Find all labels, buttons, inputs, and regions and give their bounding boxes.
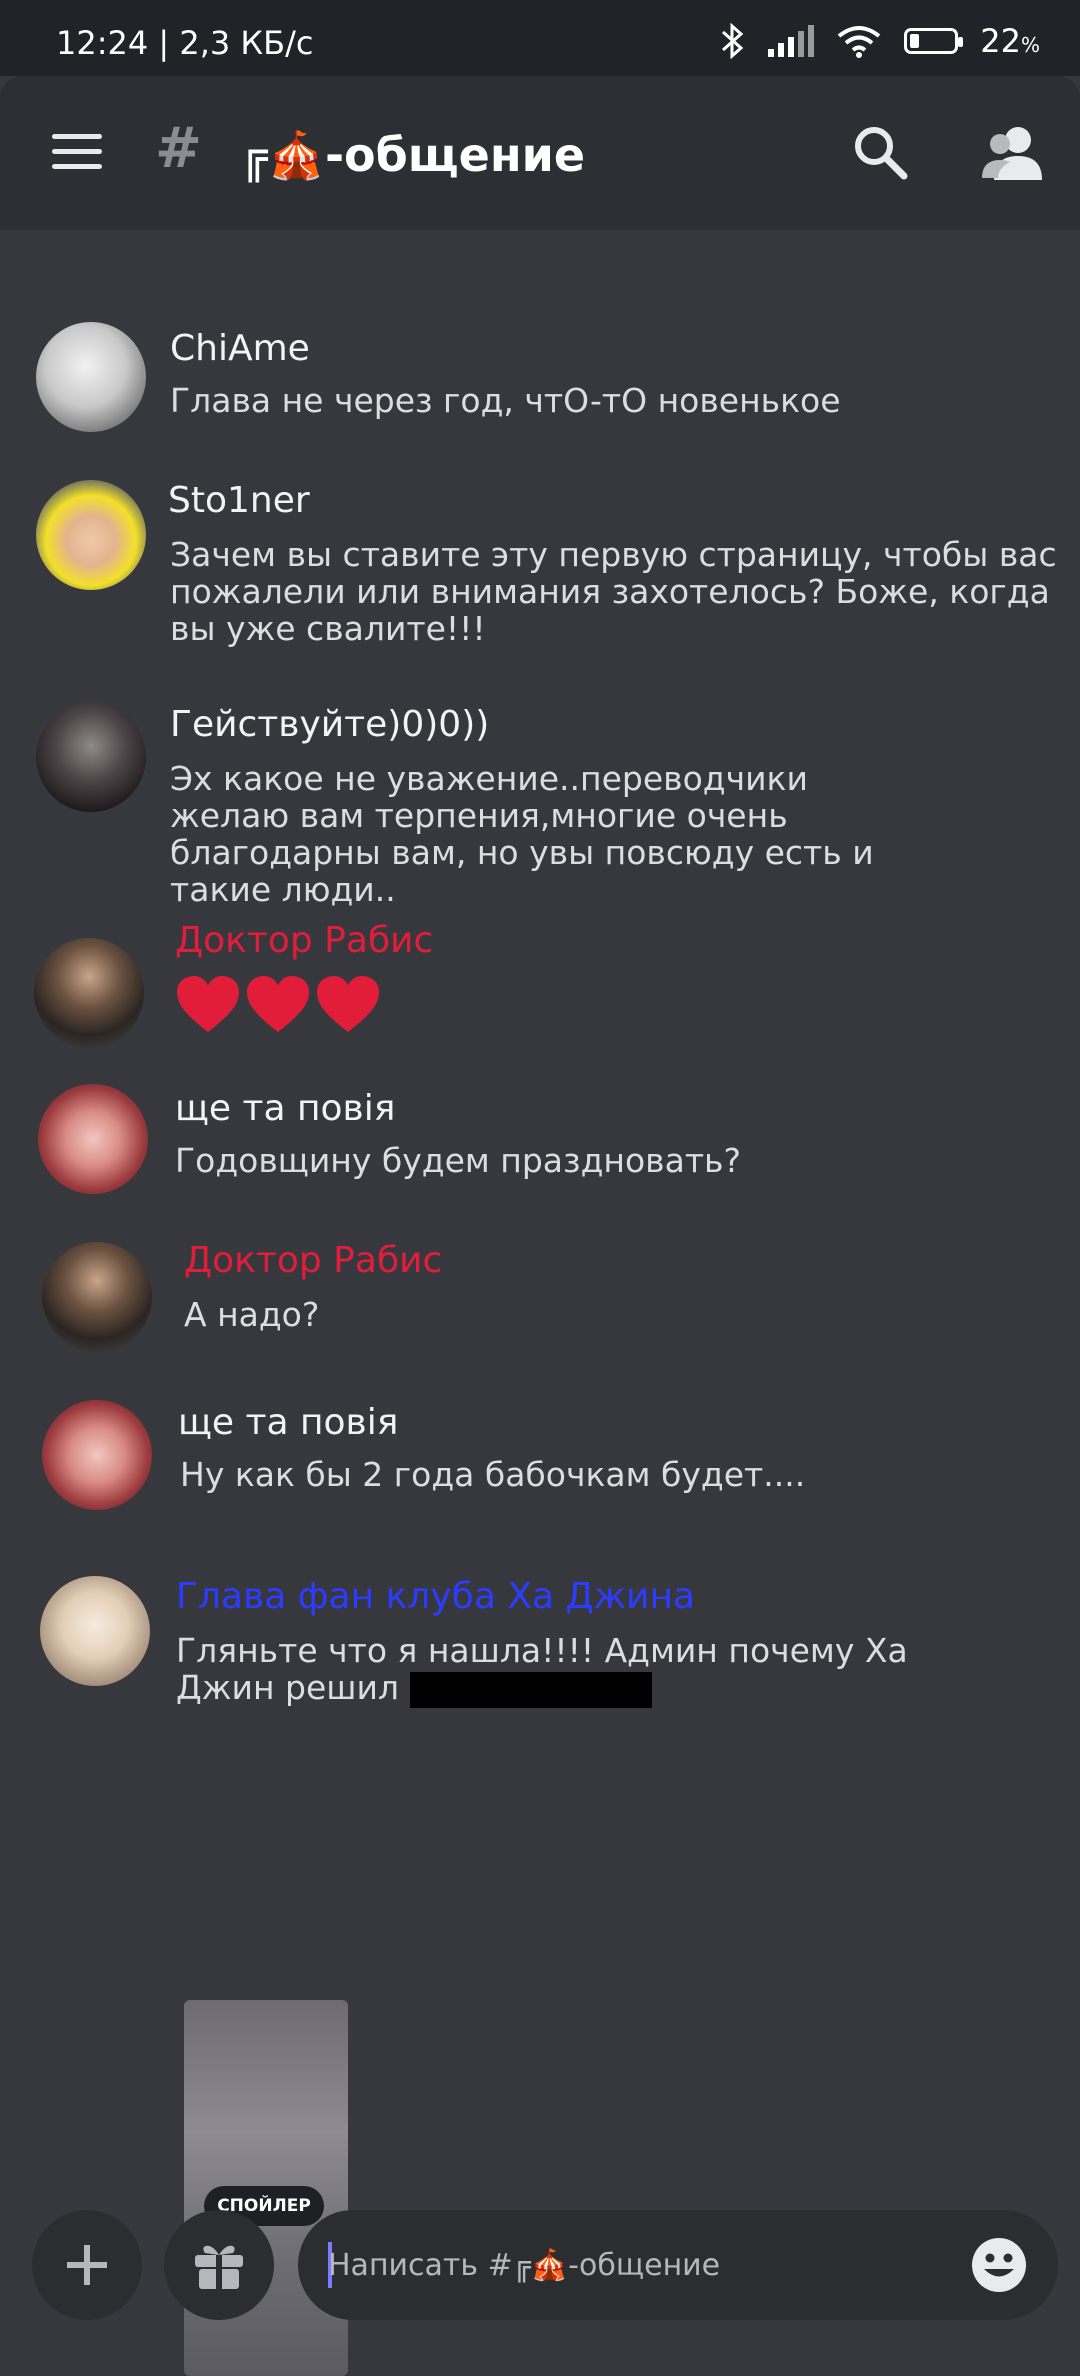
add-button[interactable] xyxy=(32,2210,142,2320)
emoji-icon[interactable] xyxy=(970,2236,1028,2294)
wifi-icon xyxy=(838,26,881,58)
avatar[interactable] xyxy=(34,938,144,1048)
message-text: Зачем вы ставите эту первую страницу, чт… xyxy=(170,535,1057,648)
message-text: Гляньте что я нашла!!!! Админ почему Ха … xyxy=(176,1631,908,1708)
composer-bar: Написать #╔🎪-общение xyxy=(0,2200,1080,2340)
status-time: 12:24 | 2,3 КБ/с xyxy=(56,24,314,62)
signal-icon xyxy=(768,25,815,57)
menu-icon[interactable] xyxy=(52,134,102,170)
message-author[interactable]: ChiAme xyxy=(170,328,310,369)
message-author[interactable]: ще та повія xyxy=(178,1402,398,1443)
avatar[interactable] xyxy=(38,1084,148,1194)
avatar[interactable] xyxy=(42,1400,152,1510)
message-text: Глава не через год, чтO-тO новенькое xyxy=(170,381,841,420)
message-author[interactable]: Sto1ner xyxy=(168,480,310,521)
heart-icon xyxy=(247,976,309,1032)
message-author[interactable]: Гействуйте)0)0)) xyxy=(170,704,489,745)
status-bar: 12:24 | 2,3 КБ/с 22% xyxy=(0,0,1080,76)
message-input[interactable]: Написать #╔🎪-общение xyxy=(298,2210,1058,2320)
redacted-text-block xyxy=(409,1671,652,1708)
avatar[interactable] xyxy=(36,480,146,590)
message-author[interactable]: Глава фан клуба Ха Джина xyxy=(176,1576,695,1617)
message-input-placeholder: Написать #╔🎪-общение xyxy=(328,2248,721,2283)
heart-icon xyxy=(317,976,379,1032)
avatar[interactable] xyxy=(36,702,146,812)
hash-icon: # xyxy=(155,116,202,181)
status-icons: 22% xyxy=(720,22,1040,60)
gift-button[interactable] xyxy=(164,2210,274,2320)
plus-icon xyxy=(67,2245,107,2285)
bluetooth-icon xyxy=(722,23,744,59)
channel-header: # ╔🎪-общение xyxy=(0,76,1080,230)
gift-icon xyxy=(195,2245,243,2289)
message-text: Эх какое не уважение..переводчики желаю … xyxy=(170,759,874,909)
channel-title: ╔🎪-общение xyxy=(240,128,586,182)
battery-icon xyxy=(904,28,964,54)
message-text: Ну как бы 2 года бабочкам будет.... xyxy=(180,1455,806,1494)
battery-percent: 22% xyxy=(980,22,1040,60)
search-icon[interactable] xyxy=(850,122,910,182)
heart-emoji-row xyxy=(175,974,381,1034)
avatar[interactable] xyxy=(42,1242,152,1352)
avatar[interactable] xyxy=(36,322,146,432)
heart-icon xyxy=(177,976,239,1032)
message-text: Годовщину будем праздновать? xyxy=(175,1141,742,1180)
avatar[interactable] xyxy=(40,1576,150,1686)
message-author[interactable]: ще та повія xyxy=(175,1088,395,1129)
message-text: А надо? xyxy=(184,1295,320,1334)
message-author[interactable]: Доктор Рабис xyxy=(175,920,433,961)
members-icon[interactable] xyxy=(980,122,1044,182)
message-author[interactable]: Доктор Рабис xyxy=(184,1240,442,1281)
